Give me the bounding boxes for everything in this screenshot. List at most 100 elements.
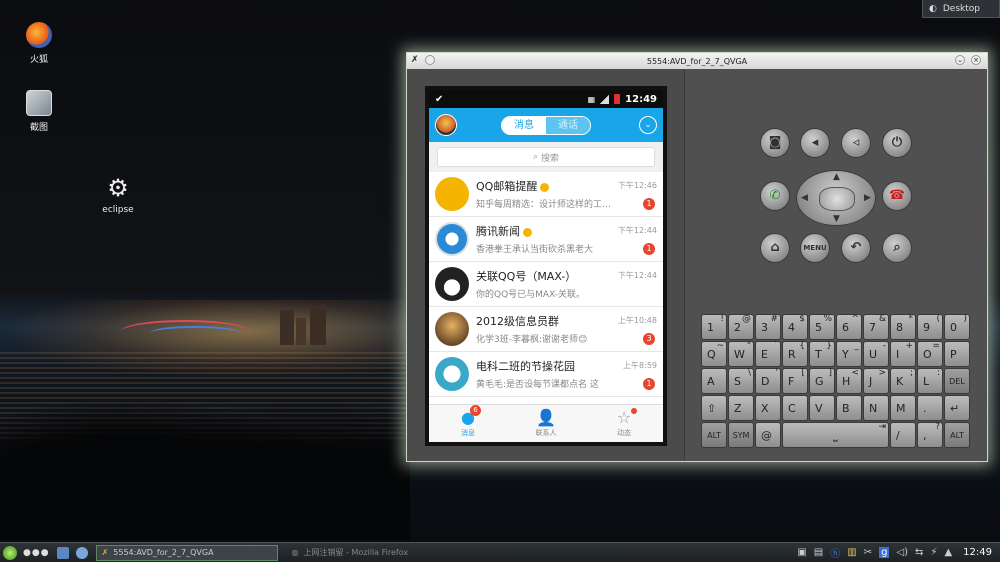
key[interactable]: Q ~ (701, 341, 727, 367)
desktop-icon-firefox[interactable]: 火狐 (9, 22, 69, 65)
power-plug-icon[interactable]: ⚡ (930, 547, 937, 558)
camera-button[interactable]: ◙ (760, 128, 790, 158)
taskbar-clock[interactable]: 12:49 (963, 547, 992, 558)
network-icon[interactable]: ⇆ (915, 547, 923, 558)
dpad[interactable]: ▲ ▼ ◀ ▶ (796, 170, 876, 226)
back-button[interactable]: ↶ (841, 233, 871, 263)
dpad-left-icon[interactable]: ◀ (801, 193, 808, 203)
key[interactable]: X (755, 395, 781, 421)
search-input[interactable]: ⌕ 搜索 (437, 147, 655, 167)
list-item[interactable]: 电科二班的节操花园 黄毛毛:是否设每节课都点名 这 上午8:59 1 (429, 352, 663, 397)
key[interactable]: . (917, 395, 943, 421)
search-button[interactable]: ⌕ (882, 233, 912, 263)
key[interactable]: G] (809, 368, 835, 394)
sym-key[interactable]: SYM (728, 422, 754, 448)
key[interactable]: O = (917, 341, 943, 367)
start-menu-button[interactable] (3, 545, 17, 560)
key[interactable]: H < (836, 368, 862, 394)
dpad-up-icon[interactable]: ▲ (833, 172, 840, 182)
more-icon[interactable]: ●●● (23, 548, 50, 558)
key[interactable]: V (809, 395, 835, 421)
volume-down-button[interactable]: ◂ (800, 128, 830, 158)
tools-icon[interactable]: ✗ (411, 55, 419, 65)
key[interactable]: Z (728, 395, 754, 421)
key[interactable]: 9( (917, 314, 943, 340)
key[interactable]: F[ (782, 368, 808, 394)
show-desktop-button[interactable]: ◐ Desktop (922, 0, 1000, 18)
key[interactable]: S \ (728, 368, 754, 394)
volume-up-button[interactable]: ◃ (841, 128, 871, 158)
key[interactable]: D ' (755, 368, 781, 394)
key[interactable]: J > (863, 368, 889, 394)
menu-button[interactable]: MENU (800, 233, 830, 263)
chevron-up-icon[interactable]: ▲ (944, 547, 952, 558)
enter-key[interactable]: ↵ (944, 395, 970, 421)
call-button[interactable]: ✆ (760, 181, 790, 211)
key[interactable]: 3 # (755, 314, 781, 340)
notes-icon[interactable]: ▥ (847, 547, 856, 558)
browser-icon[interactable] (75, 546, 88, 559)
taskbar-task-firefox[interactable]: ◍ 上网注销留 - Mozilla Firefox (286, 545, 456, 561)
list-item[interactable]: 2012级信息员群 化学3班-李暮枫:谢谢老师😊 上午10:48 3 (429, 307, 663, 352)
key[interactable]: 5% (809, 314, 835, 340)
tab-feed[interactable]: ☆ 动态 (585, 405, 663, 442)
key[interactable]: 6 ^ (836, 314, 862, 340)
clipboard-icon[interactable]: ▤ (814, 547, 823, 558)
taskbar-task-emulator[interactable]: ✗ 5554:AVD_for_2_7_QVGA (95, 544, 278, 561)
key[interactable]: B (836, 395, 862, 421)
end-call-button[interactable]: ☎ (882, 181, 912, 211)
desktop-icon-screenshot[interactable]: 截图 (9, 90, 69, 133)
key[interactable]: T} (809, 341, 835, 367)
chevron-down-icon[interactable]: ⌄ (639, 116, 657, 134)
key[interactable]: P (944, 341, 970, 367)
space-key[interactable]: ⎵ ⇥ (782, 422, 889, 448)
key[interactable]: N (863, 395, 889, 421)
screen-icon[interactable]: ▣ (797, 547, 806, 558)
key[interactable]: W " (728, 341, 754, 367)
desktop-icon-eclipse[interactable]: ⚙ eclipse (88, 175, 148, 215)
key[interactable]: 0) (944, 314, 970, 340)
list-item[interactable]: 关联QQ号（MAX-） 你的QQ号已与MAX-关联。 下午12:44 (429, 262, 663, 307)
key[interactable]: L: (917, 368, 943, 394)
key[interactable]: 8 * (890, 314, 916, 340)
key[interactable]: U- (863, 341, 889, 367)
alt-key[interactable]: ALT (944, 422, 970, 448)
close-button[interactable]: × (971, 55, 981, 65)
key[interactable]: A (701, 368, 727, 394)
tab-messages-bottom[interactable]: ● 消息 6 (429, 405, 507, 442)
file-manager-icon[interactable] (56, 546, 69, 559)
key[interactable]: M (890, 395, 916, 421)
tab-contacts[interactable]: 👤 联系人 (507, 405, 585, 442)
key[interactable]: 2 @ (728, 314, 754, 340)
list-item[interactable]: QQ邮箱提醒 知乎每周精选：设计师这样的工… 下午12:46 1 (429, 172, 663, 217)
shift-key[interactable]: ⇧ (701, 395, 727, 421)
key[interactable]: / (890, 422, 916, 448)
window-titlebar[interactable]: ✗ 5554:AVD_for_2_7_QVGA ⌄ × (407, 53, 987, 69)
home-button[interactable]: ⌂ (760, 233, 790, 263)
power-button[interactable]: ⏻ (882, 128, 912, 158)
tab-messages[interactable]: 消息 (502, 117, 546, 134)
window-menu-button[interactable] (424, 55, 435, 65)
list-item[interactable]: 腾讯新闻 香港拳王承认当街砍杀黑老大 下午12:44 1 (429, 217, 663, 262)
key[interactable]: 7 & (863, 314, 889, 340)
key[interactable]: K; (890, 368, 916, 394)
tools-icon[interactable]: ✂ (864, 547, 872, 558)
volume-icon[interactable]: ◁) (896, 547, 908, 558)
key[interactable]: I + (890, 341, 916, 367)
minimize-button[interactable]: ⌄ (955, 55, 965, 65)
key[interactable]: C (782, 395, 808, 421)
delete-key[interactable]: DEL (944, 368, 970, 394)
hp-icon[interactable]: ⓗ (830, 545, 840, 560)
alt-key[interactable]: ALT (701, 422, 727, 448)
dpad-down-icon[interactable]: ▼ (833, 214, 840, 224)
g-icon[interactable]: g (879, 547, 890, 558)
dpad-right-icon[interactable]: ▶ (864, 193, 871, 203)
key[interactable]: Y _ (836, 341, 862, 367)
key[interactable]: @ (755, 422, 781, 448)
key[interactable]: ,? (917, 422, 943, 448)
key[interactable]: E ` (755, 341, 781, 367)
tab-calls[interactable]: 通话 (546, 117, 590, 134)
key[interactable]: R{ (782, 341, 808, 367)
key[interactable]: 1! (701, 314, 727, 340)
dpad-center-button[interactable] (819, 187, 855, 211)
